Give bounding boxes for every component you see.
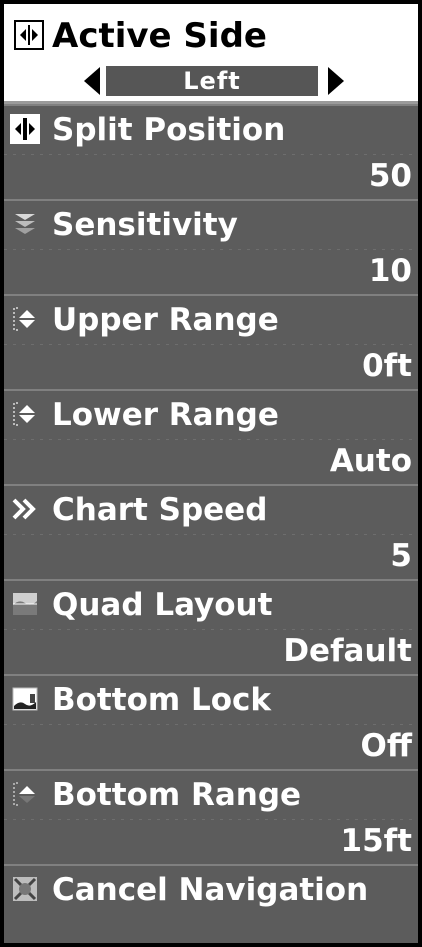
chart-speed-icon <box>10 494 40 524</box>
menu-item-value: Auto <box>329 443 412 479</box>
menu-item-value: 10 <box>368 253 412 289</box>
menu-item-value: 15ft <box>340 823 412 859</box>
menu-item-split-position[interactable]: Split Position 50 <box>4 104 418 199</box>
split-screen-icon <box>14 20 44 50</box>
menu-item-value: Default <box>283 633 412 669</box>
menu-item-label: Quad Layout <box>52 587 273 623</box>
bottom-lock-icon <box>10 684 40 714</box>
menu-item-bottom-range[interactable]: Bottom Range 15ft <box>4 769 418 864</box>
menu-panel: Active Side Left Split Position 50 Sensi… <box>0 0 422 947</box>
active-side-selector[interactable]: Left <box>84 64 344 98</box>
menu-item-upper-range[interactable]: Upper Range 0ft <box>4 294 418 389</box>
row-divider <box>4 819 418 820</box>
menu-item-label: Bottom Lock <box>52 682 271 718</box>
menu-item-value: 50 <box>368 158 412 194</box>
row-divider <box>4 344 418 345</box>
bottom-range-icon <box>10 779 40 809</box>
arrow-left-icon[interactable] <box>84 67 100 95</box>
active-side-row[interactable]: Active Side Left <box>4 4 418 104</box>
menu-item-label: Bottom Range <box>52 777 302 813</box>
menu-item-bottom-lock[interactable]: Bottom Lock Off <box>4 674 418 769</box>
menu-item-label: Upper Range <box>52 302 279 338</box>
row-divider <box>4 724 418 725</box>
row-divider <box>4 439 418 440</box>
row-divider <box>4 534 418 535</box>
menu-item-value: Off <box>360 728 412 764</box>
menu-item-value: 0ft <box>362 348 412 384</box>
row-divider <box>4 154 418 155</box>
menu-item-label: Sensitivity <box>52 207 238 243</box>
active-side-value: Left <box>106 66 318 96</box>
upper-range-icon <box>10 304 40 334</box>
split-position-icon <box>10 114 40 144</box>
menu-item-lower-range[interactable]: Lower Range Auto <box>4 389 418 484</box>
row-divider <box>4 249 418 250</box>
menu-item-label: Cancel Navigation <box>52 872 369 908</box>
lower-range-icon <box>10 399 40 429</box>
menu-item-sensitivity[interactable]: Sensitivity 10 <box>4 199 418 294</box>
menu-item-label: Lower Range <box>52 397 279 433</box>
menu-item-label: Chart Speed <box>52 492 268 528</box>
row-divider <box>4 629 418 630</box>
menu-item-chart-speed[interactable]: Chart Speed 5 <box>4 484 418 579</box>
menu-item-quad-layout[interactable]: Quad Layout Default <box>4 579 418 674</box>
quad-layout-icon <box>10 589 40 619</box>
cancel-navigation-icon <box>10 874 40 904</box>
sensitivity-icon <box>10 209 40 239</box>
arrow-right-icon[interactable] <box>328 67 344 95</box>
menu-item-value: 5 <box>390 538 412 574</box>
menu-item-cancel-navigation[interactable]: Cancel Navigation <box>4 864 418 943</box>
active-side-title: Active Side <box>52 16 267 56</box>
menu-item-label: Split Position <box>52 112 286 148</box>
